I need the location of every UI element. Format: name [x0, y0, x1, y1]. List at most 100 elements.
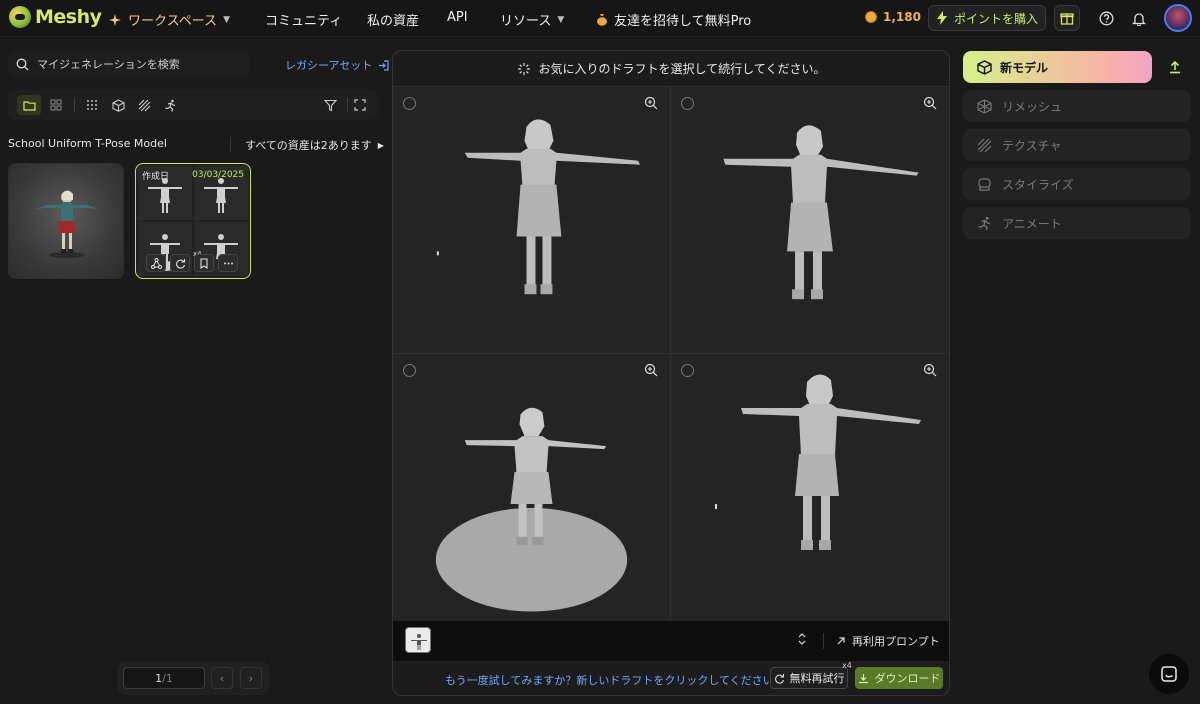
help-icon[interactable]: [1097, 9, 1115, 27]
free-retry-label: 無料再試行: [789, 672, 845, 685]
toolbar-divider: [74, 98, 75, 112]
meshy-logo-icon: [9, 6, 31, 28]
refresh-icon: [774, 673, 784, 684]
expand-button[interactable]: [348, 95, 372, 115]
select-radio[interactable]: [681, 364, 694, 377]
buy-points-button[interactable]: ポイントを購入: [928, 5, 1046, 31]
zoom-in-icon[interactable]: [923, 96, 937, 110]
created-label: 作成日: [142, 171, 170, 182]
expand-collapse-icon[interactable]: [797, 632, 807, 646]
top-bar: Meshy ワークスペース ▼ コミュニティ 私の資産 API リソース ▼ 友…: [0, 0, 1200, 37]
loading-spark-icon: [517, 62, 530, 75]
chevron-right-icon: ›: [248, 671, 254, 685]
nav-invite[interactable]: 友達を招待して無料Pro: [596, 10, 751, 29]
stylize-icon: [978, 177, 991, 191]
asset-card-textured[interactable]: [8, 163, 124, 279]
zoom-in-icon[interactable]: [644, 96, 658, 110]
filter-all-button[interactable]: [80, 95, 104, 115]
tool-texture[interactable]: テクスチャ: [963, 129, 1191, 161]
chat-support-button[interactable]: [1149, 654, 1189, 694]
model-title: School Uniform T-Pose Model: [8, 137, 167, 150]
reference-image-thumbnail[interactable]: [405, 627, 431, 653]
legacy-assets-link[interactable]: レガシーアセット: [285, 57, 389, 73]
filter-animation-button[interactable]: [158, 95, 182, 115]
select-radio[interactable]: [681, 97, 694, 110]
bookmark-button[interactable]: [194, 254, 214, 272]
retry-hint-link[interactable]: もう一度試してみますか？新しいドラフトをクリックしてください。 →: [445, 672, 802, 688]
meshy-logo[interactable]: Meshy: [9, 6, 102, 28]
refresh-button[interactable]: [170, 254, 190, 272]
money-bag-icon: [597, 14, 607, 26]
upload-button[interactable]: [1160, 53, 1190, 81]
nav-community[interactable]: コミュニティ: [265, 10, 342, 29]
draft-model-preview: [435, 407, 628, 612]
zoom-in-icon[interactable]: [923, 363, 937, 377]
download-button[interactable]: ダウンロード: [855, 667, 943, 689]
draft-option[interactable]: [393, 87, 671, 354]
running-person-icon: [164, 99, 175, 112]
nav-invite-label: 友達を招待して無料Pro: [614, 14, 752, 29]
panel-footer: もう一度試してみますか？新しいドラフトをクリックしてください。 → 無料再試行 …: [393, 661, 949, 695]
page-current: 1: [155, 671, 163, 685]
tool-texture-label: テクスチャ: [1002, 138, 1062, 153]
panel-header: お気に入りのドラフトを選択して続行してください。: [393, 51, 949, 87]
chat-icon: [1161, 666, 1177, 682]
reuse-prompt-button[interactable]: 再利用プロンプト: [823, 633, 940, 649]
select-radio[interactable]: [403, 97, 416, 110]
cube-icon: [111, 98, 125, 112]
nav-assets[interactable]: 私の資産: [367, 10, 419, 29]
tool-stylize[interactable]: スタイライズ: [963, 168, 1191, 200]
pagination: 1/1 ‹ ›: [117, 661, 269, 695]
refresh-icon: [175, 258, 185, 269]
dots-grid-icon: [87, 100, 97, 110]
credits-value: 1,180: [883, 10, 921, 24]
caret-right-icon: ▶: [377, 140, 384, 150]
filter-model-button[interactable]: [106, 95, 130, 115]
nav-resources[interactable]: リソース ▼: [500, 10, 564, 29]
prev-page-button[interactable]: ‹: [211, 667, 233, 689]
draft-model-preview: [436, 119, 641, 295]
draft-model-preview: [715, 374, 921, 550]
nav-api[interactable]: API: [447, 10, 468, 25]
network-icon: [150, 257, 162, 269]
tool-animate[interactable]: アニメート: [963, 207, 1191, 239]
draft-option[interactable]: [671, 87, 949, 354]
gift-icon: [1060, 13, 1074, 25]
reuse-prompt-label: 再利用プロンプト: [852, 635, 940, 648]
draft-model-preview: [723, 125, 919, 300]
filter-texture-button[interactable]: [132, 95, 156, 115]
free-retry-button[interactable]: 無料再試行: [770, 667, 848, 689]
page-input[interactable]: 1/1: [123, 667, 205, 689]
new-model-button[interactable]: 新モデル: [963, 51, 1152, 83]
share-button[interactable]: [146, 254, 166, 272]
zoom-in-icon[interactable]: [644, 363, 658, 377]
nav-workspace-label: ワークスペース: [128, 14, 218, 29]
draft-option[interactable]: [671, 354, 949, 621]
chevron-down-icon: ▼: [557, 14, 565, 25]
asset-card-drafts[interactable]: 作成日 03/03/2025 x4: [135, 163, 251, 279]
draft-option[interactable]: [393, 354, 671, 621]
user-avatar[interactable]: [1164, 4, 1192, 32]
asset-count-dropdown[interactable]: すべての資産は2あります ▶: [230, 137, 384, 153]
more-button[interactable]: [218, 254, 238, 272]
grid-view-button[interactable]: [44, 95, 68, 115]
select-radio[interactable]: [403, 364, 416, 377]
bell-icon[interactable]: [1130, 9, 1148, 27]
running-person-icon: [978, 216, 991, 230]
coin-icon: [865, 11, 877, 23]
tool-remesh[interactable]: リメッシュ: [963, 90, 1191, 122]
draft-selection-panel: お気に入りのドラフトを選択して続行してください。 再利用プロンプト もう一度試し…: [392, 50, 950, 696]
nav-workspace[interactable]: ワークスペース ▼: [108, 10, 230, 29]
tool-stylize-label: スタイライズ: [1002, 177, 1074, 192]
page-total: /1: [162, 671, 173, 685]
filter-button[interactable]: [318, 95, 342, 115]
tool-animate-label: アニメート: [1002, 216, 1062, 231]
retry-hint-text: もう一度試してみますか？新しいドラフトをクリックしてください。: [445, 674, 785, 687]
created-date: 03/03/2025: [192, 170, 244, 180]
next-page-button[interactable]: ›: [240, 667, 262, 689]
search-input[interactable]: [37, 57, 237, 71]
folder-view-button[interactable]: [17, 95, 41, 115]
retry-multiplier: x4: [842, 661, 852, 670]
buy-points-label: ポイントを購入: [953, 11, 1038, 26]
gift-button[interactable]: [1054, 5, 1080, 31]
